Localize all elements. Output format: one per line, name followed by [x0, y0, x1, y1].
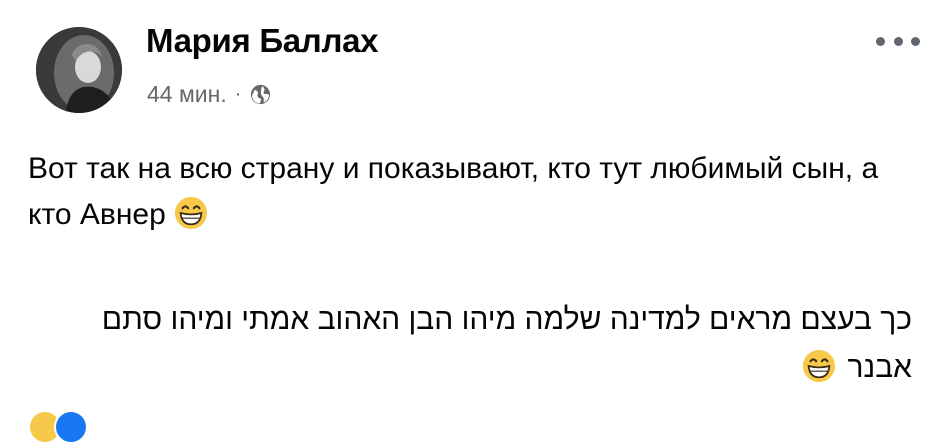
more-dot [876, 36, 885, 46]
grinning-face-emoji [174, 196, 207, 230]
more-options-icon[interactable] [876, 30, 920, 52]
post-text-russian: Вот так на всю страну и показывают, кто … [28, 146, 888, 238]
post-meta: 44 мин. · [147, 80, 272, 108]
author-name[interactable]: Мария Баллах [146, 22, 379, 60]
author-avatar[interactable] [36, 27, 122, 113]
avatar-photo [36, 27, 122, 113]
meta-separator: · [234, 82, 242, 105]
more-dot [893, 36, 903, 46]
post-text-hebrew: כך בעצם מראים למדינה שלמה מיהו הבן האהוב… [32, 296, 912, 392]
globe-icon[interactable] [249, 83, 272, 106]
reaction-summary[interactable] [28, 410, 88, 444]
post-timestamp[interactable]: 44 мин. [147, 81, 227, 108]
post-text-he: כך בעצם מראים למדינה שלמה מיהו הבן האהוב… [101, 303, 912, 384]
more-dot [911, 36, 920, 46]
like-reaction-icon [54, 410, 88, 444]
grinning-face-emoji [802, 349, 835, 383]
post-text-ru: Вот так на всю страну и показывают, кто … [28, 152, 879, 231]
